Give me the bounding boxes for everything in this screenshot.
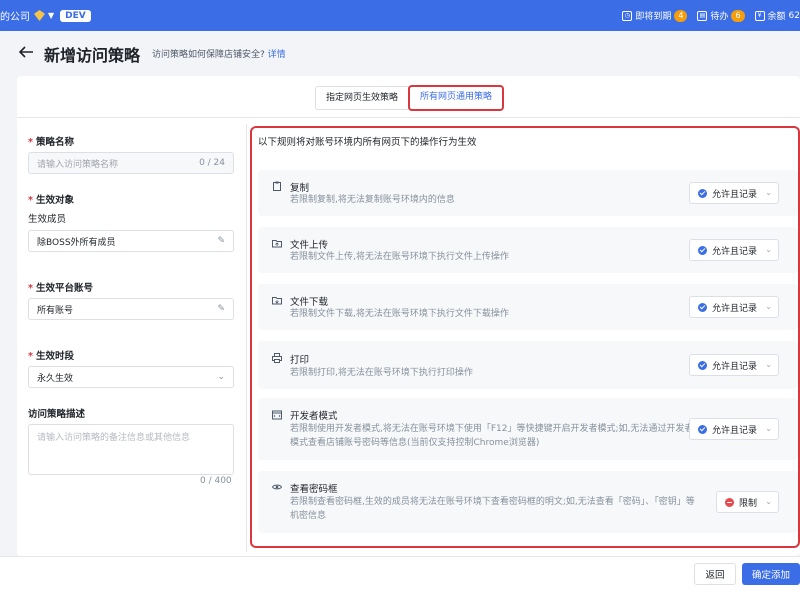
- rule-title: 复制: [290, 183, 310, 194]
- clock-icon: ◷: [622, 10, 633, 21]
- rule-title: 查看密码框: [290, 484, 338, 495]
- rule-select[interactable]: 允许且记录 ⌄: [689, 296, 779, 318]
- rule-copy: 复制 若限制复制,将无法复制账号环境内的信息 允许且记录 ⌄: [258, 170, 798, 216]
- name-label: * 策略名称: [28, 137, 74, 148]
- expiring-count: 4: [674, 9, 688, 22]
- rule-devtools: 开发者模式 若限制使用开发者模式,将无法在账号环境下使用「F12」等快捷键开启开…: [258, 398, 798, 460]
- rule-desc: 若限制查看密码框,生效的成员将无法在账号环境下查看密码框的明文;如,无法查看「密…: [290, 497, 695, 521]
- page-help: 访问策略如何保障店铺安全? 详情: [152, 47, 286, 60]
- expiring-link[interactable]: ◷ 即将到期 4: [622, 9, 688, 22]
- check-circle-icon: [698, 360, 707, 370]
- desc-counter: 0 / 400: [200, 476, 232, 486]
- desc-textarea[interactable]: 请输入访问策略的备注信息或其他信息: [28, 424, 234, 475]
- todo-label: 待办: [710, 12, 729, 22]
- footer-bar: [0, 556, 800, 600]
- diamond-icon: [34, 10, 45, 21]
- chevron-down-icon: ⌄: [765, 302, 772, 311]
- clipboard-icon: [273, 181, 281, 191]
- back-button[interactable]: 返回: [694, 563, 736, 585]
- check-circle-icon: [698, 302, 707, 312]
- page-header: 新增访问策略 访问策略如何保障店铺安全? 详情: [0, 31, 800, 76]
- platform-label: * 生效平台账号: [28, 283, 93, 294]
- eye-icon: [272, 484, 282, 490]
- chevron-down-icon: ⌄: [765, 497, 772, 506]
- rule-password: 查看密码框 若限制查看密码框,生效的成员将无法在账号环境下查看密码框的明文;如,…: [258, 471, 798, 533]
- devtools-icon: [272, 410, 282, 420]
- caret-down-icon: ▼: [48, 11, 55, 20]
- period-label: * 生效时段: [28, 351, 74, 362]
- confirm-add-button[interactable]: 确定添加: [742, 563, 800, 585]
- tab-all-pages[interactable]: 所有网页通用策略: [408, 85, 505, 111]
- rules-heading: 以下规则将对账号环境内所有网页下的操作行为生效: [258, 137, 477, 148]
- chevron-down-icon: ⌄: [765, 424, 772, 433]
- period-select[interactable]: 永久生效 ⌄: [28, 366, 234, 388]
- chevron-down-icon: ⌄: [217, 372, 225, 382]
- rule-select[interactable]: 允许且记录 ⌄: [689, 418, 779, 440]
- strategy-tabs: 指定网页生效策略 所有网页通用策略: [315, 85, 505, 111]
- balance-value: 62: [788, 10, 800, 21]
- page-title: 新增访问策略: [44, 46, 141, 65]
- chevron-down-icon: ⌄: [765, 360, 772, 369]
- edit-icon[interactable]: ✎: [217, 236, 225, 246]
- upload-icon: [272, 240, 282, 248]
- column-divider: [246, 124, 247, 552]
- members-field[interactable]: 除BOSS外所有成员 ✎: [28, 230, 234, 252]
- wallet-icon: ¥: [754, 10, 765, 21]
- org-switcher[interactable]: 的公司 ▼ DEV: [0, 8, 91, 23]
- help-details-link[interactable]: 详情: [268, 50, 286, 60]
- chevron-down-icon: ⌄: [765, 188, 772, 197]
- rule-download: 文件下载 若限制文件下载,将无法在账号环境下执行文件下载操作 允许且记录 ⌄: [258, 284, 798, 330]
- help-text: 访问策略如何保障店铺安全?: [152, 50, 265, 60]
- members-label: 生效成员: [28, 214, 67, 225]
- rule-title: 开发者模式: [290, 411, 338, 422]
- rule-select[interactable]: 限制 ⌄: [716, 491, 779, 513]
- env-badge: DEV: [60, 9, 91, 22]
- check-circle-icon: [698, 245, 707, 255]
- name-input[interactable]: 请输入访问策略名称 0 / 24: [28, 152, 234, 174]
- check-circle-icon: [698, 188, 707, 198]
- chevron-down-icon: ⌄: [765, 245, 772, 254]
- minus-circle-icon: [725, 497, 734, 507]
- inbox-icon: ▤: [697, 10, 708, 21]
- desc-label: 访问策略描述: [28, 409, 86, 420]
- edit-icon[interactable]: ✎: [217, 304, 225, 314]
- platform-field[interactable]: 所有账号 ✎: [28, 298, 234, 320]
- org-name: 的公司: [0, 12, 30, 23]
- rule-upload: 文件上传 若限制文件上传,将无法在账号环境下执行文件上传操作 允许且记录 ⌄: [258, 227, 798, 273]
- rule-desc: 若限制文件下载,将无法在账号环境下执行文件下载操作: [290, 309, 509, 319]
- rule-title: 文件下载: [290, 297, 329, 308]
- back-arrow-icon[interactable]: [17, 43, 35, 61]
- rule-desc: 若限制使用开发者模式,将无法在账号环境下使用「F12」等快捷键开启开发者模式;如…: [290, 424, 694, 448]
- rule-select[interactable]: 允许且记录 ⌄: [689, 239, 779, 261]
- balance-link[interactable]: ¥ 余额 62: [754, 9, 800, 22]
- rule-desc: 若限制打印,将无法在账号环境下执行打印操作: [290, 368, 473, 378]
- check-circle-icon: [698, 424, 707, 434]
- target-label: * 生效对象: [28, 195, 74, 206]
- tabs-divider: [17, 117, 800, 118]
- todo-count: 6: [731, 9, 745, 22]
- rule-title: 打印: [290, 355, 310, 366]
- expiring-label: 即将到期: [635, 12, 672, 22]
- balance-label: 余额: [767, 12, 786, 22]
- rule-title: 文件上传: [290, 240, 329, 251]
- rule-select[interactable]: 允许且记录 ⌄: [689, 354, 779, 376]
- top-bar: 的公司 ▼ DEV ◷ 即将到期 4 ▤ 待办 6 ¥ 余额 62: [0, 0, 800, 31]
- rule-desc: 若限制文件上传,将无法在账号环境下执行文件上传操作: [290, 252, 509, 262]
- rule-print: 打印 若限制打印,将无法在账号环境下执行打印操作 允许且记录 ⌄: [258, 341, 798, 389]
- todo-link[interactable]: ▤ 待办 6: [697, 9, 745, 22]
- name-counter: 0 / 24: [199, 158, 225, 168]
- download-icon: [272, 297, 282, 305]
- tab-specified-pages[interactable]: 指定网页生效策略: [315, 86, 410, 110]
- printer-icon: [272, 353, 282, 363]
- rule-desc: 若限制复制,将无法复制账号环境内的信息: [290, 195, 455, 205]
- rule-select[interactable]: 允许且记录 ⌄: [689, 182, 779, 204]
